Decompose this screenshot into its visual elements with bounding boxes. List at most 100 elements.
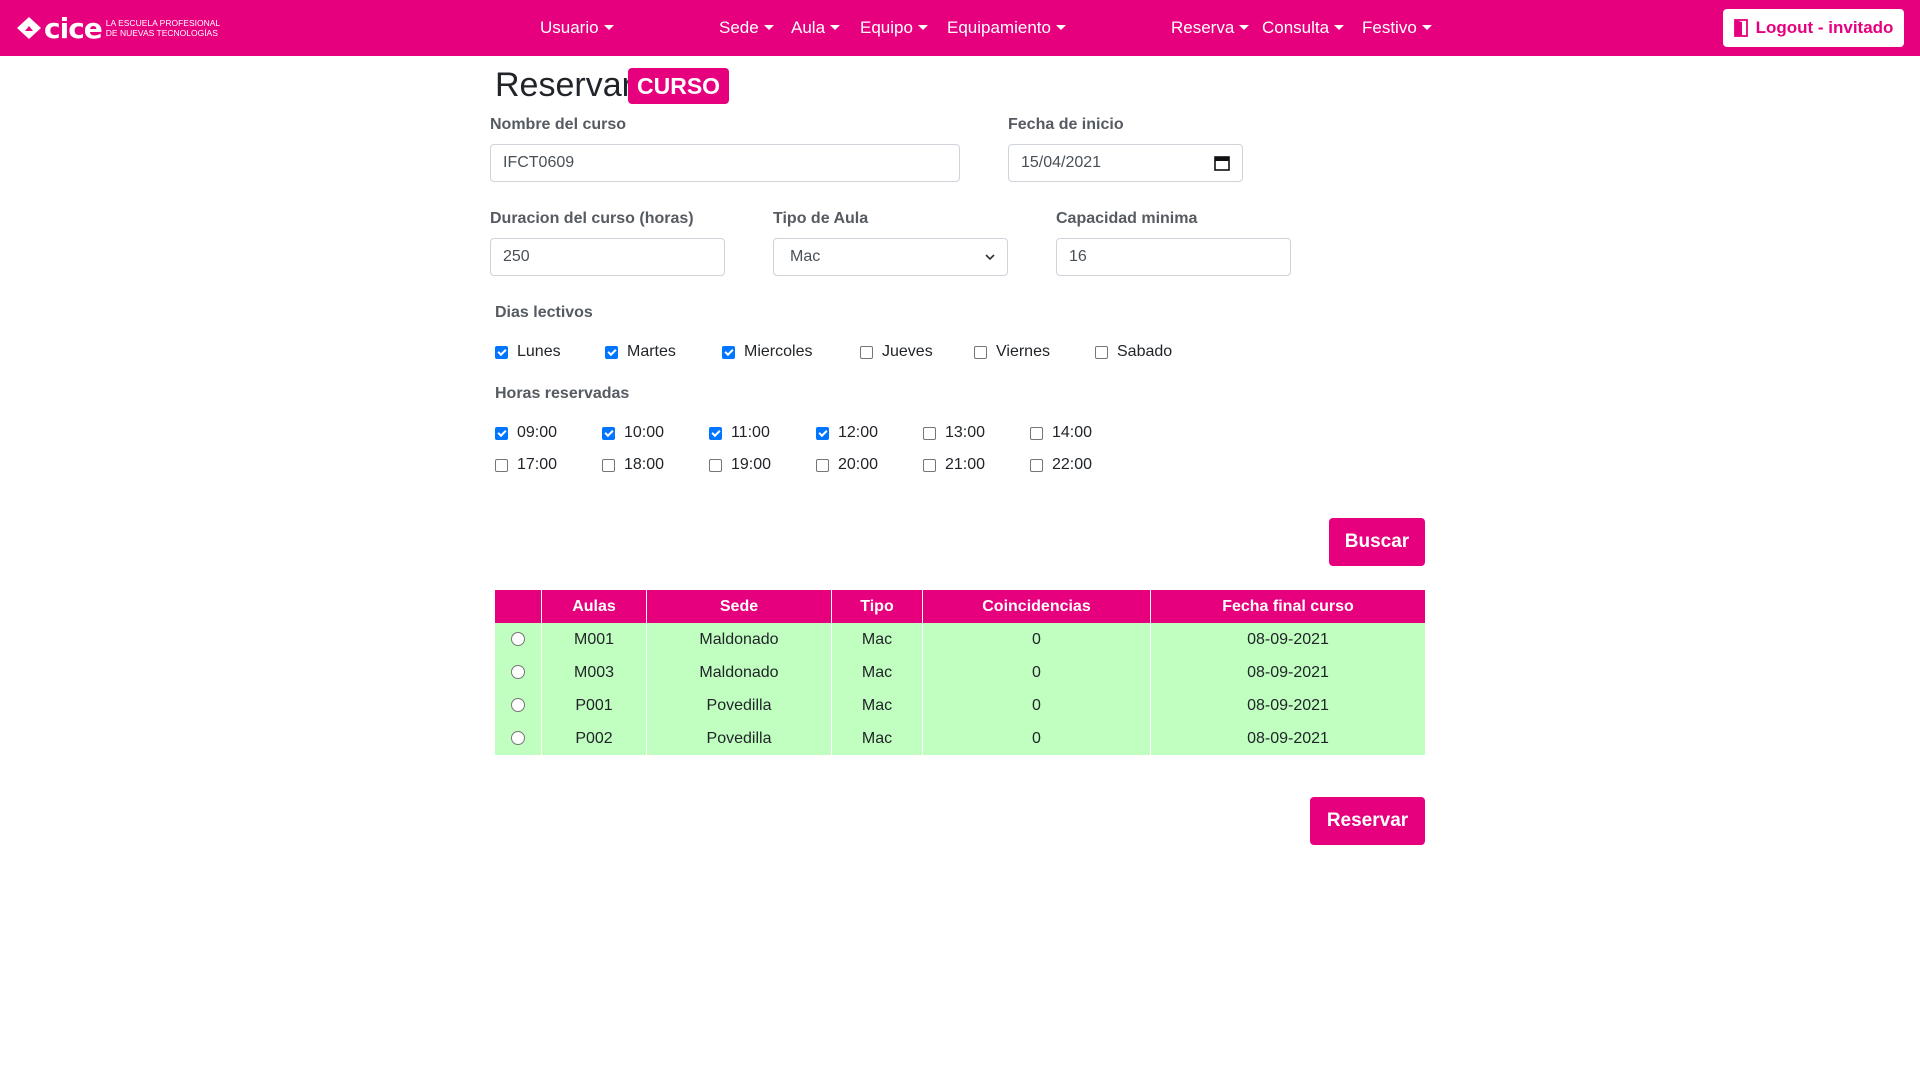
row-radio-button[interactable] — [511, 698, 525, 713]
nav-usuario[interactable]: Usuario — [540, 18, 614, 38]
horas-checkbox-5[interactable]: 14:00 — [1030, 424, 1092, 442]
table-row[interactable]: M003 Maldonado Mac 0 08-09-2021 — [495, 656, 1425, 689]
checkbox-unchecked-icon[interactable] — [974, 345, 987, 359]
cell-fecha: 08-09-2021 — [1150, 623, 1425, 656]
cell-coincidencias: 0 — [922, 722, 1151, 755]
logout-button[interactable]: Logout - invitado — [1723, 9, 1904, 47]
checkbox-unchecked-icon[interactable] — [709, 458, 722, 472]
table-row[interactable]: P002 Povedilla Mac 0 08-09-2021 — [495, 722, 1425, 755]
table-row[interactable]: P001 Povedilla Mac 0 08-09-2021 — [495, 689, 1425, 722]
checkbox-unchecked-icon[interactable] — [1030, 426, 1043, 440]
dias-checkbox-label: Jueves — [882, 343, 933, 360]
horas-checkbox-3[interactable]: 12:00 — [816, 424, 878, 442]
reservar-button[interactable]: Reservar — [1310, 797, 1425, 845]
nav-reserva[interactable]: Reserva — [1171, 18, 1250, 38]
door-icon — [1733, 19, 1748, 37]
cell-tipo: Mac — [831, 722, 923, 755]
nav-equipo[interactable]: Equipo — [860, 18, 928, 38]
checkbox-checked-icon[interactable] — [709, 426, 722, 440]
row-radio-button[interactable] — [511, 665, 525, 680]
house-diamond-icon — [17, 17, 41, 39]
horas-checkbox-9[interactable]: 20:00 — [816, 456, 878, 474]
checkbox-unchecked-icon[interactable] — [816, 458, 829, 472]
cell-aula: P001 — [541, 689, 647, 722]
horas-checkbox-6[interactable]: 17:00 — [495, 456, 557, 474]
table-row[interactable]: M001 Maldonado Mac 0 08-09-2021 — [495, 623, 1425, 656]
buscar-button[interactable]: Buscar — [1329, 518, 1425, 566]
logout-label: Logout - invitado — [1755, 18, 1894, 37]
checkbox-unchecked-icon[interactable] — [602, 458, 615, 472]
checkbox-checked-icon[interactable] — [605, 345, 618, 359]
results-table: Aulas Sede Tipo Coincidencias Fecha fina… — [495, 590, 1425, 755]
checkbox-unchecked-icon[interactable] — [1095, 345, 1108, 359]
cice-logo: cice — [16, 12, 103, 45]
dias-checkbox-5[interactable]: Sabado — [1095, 343, 1172, 361]
cell-coincidencias: 0 — [922, 689, 1151, 722]
duracion-input[interactable]: 250 — [490, 238, 725, 276]
horas-checkbox-0[interactable]: 09:00 — [495, 424, 557, 442]
horas-checkbox-11[interactable]: 22:00 — [1030, 456, 1092, 474]
caret-down-icon — [1421, 25, 1432, 30]
nav-sede[interactable]: Sede — [719, 18, 774, 38]
brand-logo[interactable]: cice LA ESCUELA PROFESIONAL DE NUEVAS TE… — [16, 12, 220, 45]
row-select-cell[interactable] — [495, 623, 542, 656]
nombre-input[interactable]: IFCT0609 — [490, 144, 960, 182]
dias-checkbox-3[interactable]: Jueves — [860, 343, 933, 361]
row-select-cell[interactable] — [495, 722, 542, 755]
checkbox-checked-icon[interactable] — [495, 345, 508, 359]
chevron-down-icon — [985, 254, 995, 261]
caret-down-icon — [1239, 25, 1250, 30]
horas-checkbox-7[interactable]: 18:00 — [602, 456, 664, 474]
dias-checkbox-0[interactable]: Lunes — [495, 343, 561, 361]
col-aulas: Aulas — [541, 590, 647, 623]
horas-checkbox-label: 14:00 — [1052, 424, 1093, 441]
row-select-cell[interactable] — [495, 656, 542, 689]
tipo-aula-select[interactable]: Mac — [773, 238, 1008, 276]
navbar: cice LA ESCUELA PROFESIONAL DE NUEVAS TE… — [0, 0, 1920, 56]
row-select-cell[interactable] — [495, 689, 542, 722]
nav-consulta-label: Consulta — [1262, 18, 1330, 37]
nav-aula[interactable]: Aula — [791, 18, 841, 38]
capacidad-value: 16 — [1069, 248, 1087, 265]
nav-consulta[interactable]: Consulta — [1262, 18, 1345, 38]
dias-checkbox-4[interactable]: Viernes — [974, 343, 1050, 361]
checkbox-unchecked-icon[interactable] — [923, 426, 936, 440]
col-coincidencias: Coincidencias — [922, 590, 1151, 623]
checkbox-unchecked-icon[interactable] — [860, 345, 873, 359]
nav-festivo[interactable]: Festivo — [1362, 18, 1432, 38]
checkbox-unchecked-icon[interactable] — [1030, 458, 1043, 472]
horas-checkbox-8[interactable]: 19:00 — [709, 456, 771, 474]
checkbox-checked-icon[interactable] — [602, 426, 615, 440]
checkbox-checked-icon[interactable] — [722, 345, 735, 359]
checkbox-unchecked-icon[interactable] — [923, 458, 936, 472]
horas-checkbox-4[interactable]: 13:00 — [923, 424, 985, 442]
checkbox-checked-icon[interactable] — [816, 426, 829, 440]
logo-tagline-line2: DE NUEVAS TECNOLOGÍAS — [105, 28, 218, 38]
fecha-input[interactable]: 15/04/2021 — [1008, 144, 1243, 182]
horas-checkbox-1[interactable]: 10:00 — [602, 424, 664, 442]
horas-checkbox-label: 19:00 — [731, 456, 772, 473]
cell-fecha: 08-09-2021 — [1150, 722, 1425, 755]
dias-checkbox-1[interactable]: Martes — [605, 343, 676, 361]
horas-checkbox-10[interactable]: 21:00 — [923, 456, 985, 474]
checkbox-unchecked-icon[interactable] — [495, 458, 508, 472]
logo-tagline: LA ESCUELA PROFESIONAL DE NUEVAS TECNOLO… — [106, 18, 220, 38]
nombre-label: Nombre del curso — [490, 116, 627, 133]
horas-checkbox-2[interactable]: 11:00 — [709, 424, 770, 442]
cell-coincidencias: 0 — [922, 623, 1151, 656]
fecha-value: 15/04/2021 — [1021, 154, 1102, 171]
cell-sede: Povedilla — [646, 722, 832, 755]
nav-usuario-label: Usuario — [540, 18, 599, 37]
horas-checkbox-label: 17:00 — [517, 456, 558, 473]
dias-checkbox-2[interactable]: Miercoles — [722, 343, 812, 361]
nombre-value: IFCT0609 — [503, 154, 575, 171]
nav-equipamiento[interactable]: Equipamiento — [947, 18, 1066, 38]
cell-sede: Maldonado — [646, 623, 832, 656]
row-radio-button[interactable] — [511, 632, 525, 647]
capacidad-input[interactable]: 16 — [1056, 238, 1291, 276]
cell-coincidencias: 0 — [922, 656, 1151, 689]
calendar-icon[interactable] — [1214, 155, 1230, 171]
page-title: Reservar — [495, 66, 633, 104]
row-radio-button[interactable] — [511, 731, 525, 746]
checkbox-checked-icon[interactable] — [495, 426, 508, 440]
